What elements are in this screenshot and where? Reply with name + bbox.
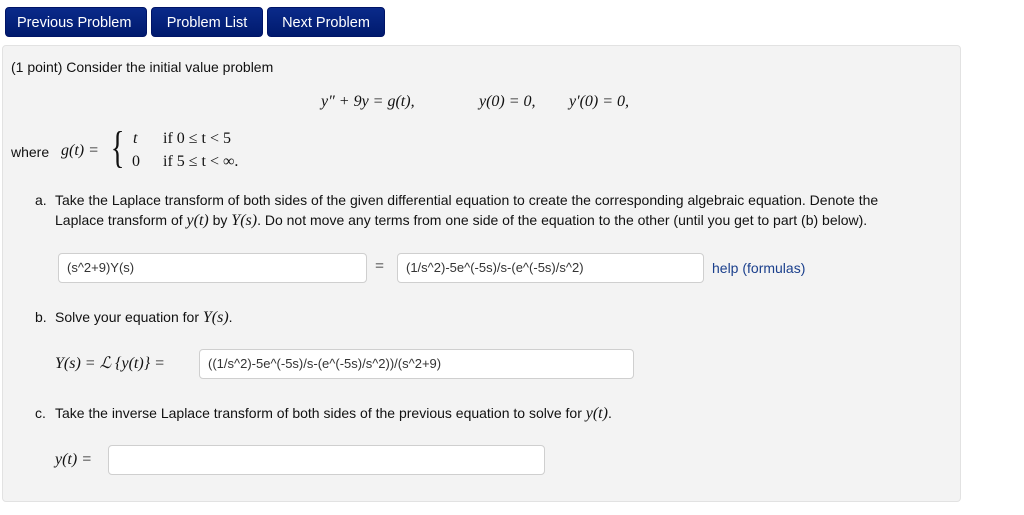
transform-lhs-input[interactable]: (s^2+9)Y(s): [58, 253, 367, 283]
case2-value: 0: [132, 153, 140, 170]
part-c-marker: c.: [35, 405, 46, 421]
part-b-marker: b.: [35, 309, 47, 325]
part-b-instructions: Solve your equation for Y(s).: [55, 309, 233, 326]
g-function-label: g(t) =: [61, 142, 99, 159]
initial-condition-yprime: y′(0) = 0,: [569, 93, 630, 110]
case1-condition: if 0 ≤ t < 5: [163, 130, 232, 147]
case1-value: t: [133, 130, 138, 147]
help-formulas-link[interactable]: help (formulas): [712, 260, 805, 276]
ys-label: Y(s) = ℒ {y(t)} =: [55, 355, 165, 372]
problem-intro: (1 point) Consider the initial value pro…: [11, 59, 274, 75]
part-a-instructions-line2: Laplace transform of y(t) by Y(s). Do no…: [55, 212, 868, 229]
transform-rhs-input[interactable]: (1/s^2)-5e^(-5s)/s-(e^(-5s)/s^2): [397, 253, 704, 283]
piecewise-brace: {: [110, 123, 125, 172]
previous-problem-button[interactable]: Previous Problem: [5, 7, 147, 37]
problem-navigation: Previous Problem Problem List Next Probl…: [5, 7, 385, 37]
yt-input[interactable]: [108, 445, 545, 475]
part-a-marker: a.: [35, 192, 47, 208]
next-problem-button[interactable]: Next Problem: [267, 7, 385, 37]
problem-panel: (1 point) Consider the initial value pro…: [2, 45, 961, 502]
ode-equation: y″ + 9y = g(t),: [321, 93, 415, 110]
problem-list-button[interactable]: Problem List: [151, 7, 263, 37]
initial-condition-y: y(0) = 0,: [479, 93, 536, 110]
case2-condition: if 5 ≤ t < ∞.: [163, 153, 239, 170]
where-label: where: [11, 144, 50, 160]
ys-input[interactable]: ((1/s^2)-5e^(-5s)/s-(e^(-5s)/s^2))/(s^2+…: [199, 349, 634, 379]
part-c-instructions: Take the inverse Laplace transform of bo…: [55, 405, 612, 422]
yt-label: y(t) =: [55, 451, 92, 468]
equals-sign: =: [375, 258, 385, 275]
part-a-instructions-line1: Take the Laplace transform of both sides…: [55, 192, 879, 208]
